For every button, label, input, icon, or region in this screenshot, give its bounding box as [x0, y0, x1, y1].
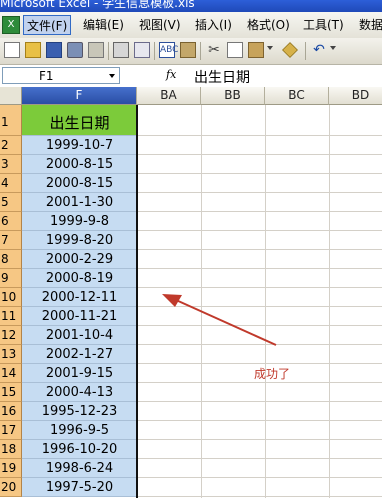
undo-icon[interactable]: ↶ [311, 42, 327, 58]
copy-icon[interactable] [227, 42, 243, 58]
new-document-icon[interactable] [4, 42, 20, 58]
title-bar: Microsoft Excel - 学生信息模板.xls [0, 0, 382, 12]
open-folder-icon[interactable] [25, 42, 41, 58]
spreadsheet-grid[interactable]: F BA BB BC BD 1 出生日期 2 1999-10-7 3 2000-8-15 4… [0, 87, 382, 498]
undo-dropdown-icon[interactable] [330, 46, 336, 50]
print-preview-icon[interactable] [134, 42, 150, 58]
menu-edit[interactable]: 编辑(E) [80, 15, 127, 35]
annotation-text: 成功了 [254, 367, 291, 381]
menu-view[interactable]: 视图(V) [136, 15, 184, 35]
research-icon[interactable] [180, 42, 196, 58]
menu-bar: X 文件(F) 编辑(E) 视图(V) 插入(I) 格式(O) 工具(T) 数据 [0, 12, 382, 39]
annotation-arrow-line [175, 299, 277, 346]
email-icon[interactable] [88, 42, 104, 58]
standard-toolbar: ABC ✂ ↶ [0, 38, 382, 65]
paste-dropdown-icon[interactable] [267, 46, 273, 50]
format-painter-icon[interactable] [282, 42, 298, 58]
toolbar-separator [154, 42, 155, 60]
name-box-value: F1 [39, 69, 54, 83]
toolbar-separator [305, 42, 306, 60]
formula-input[interactable]: 出生日期 [194, 67, 250, 87]
menu-tools[interactable]: 工具(T) [300, 15, 347, 35]
menu-format[interactable]: 格式(O) [244, 15, 293, 35]
chevron-down-icon[interactable] [109, 74, 115, 78]
annotation-arrow [162, 294, 277, 346]
menu-file[interactable]: 文件(F) [23, 15, 72, 35]
excel-app-icon[interactable]: X [2, 16, 20, 34]
paste-icon[interactable] [248, 42, 264, 58]
formula-bar: F1 fx 出生日期 [0, 65, 382, 88]
menu-insert[interactable]: 插入(I) [192, 15, 235, 35]
menu-data[interactable]: 数据 [356, 15, 382, 35]
permission-icon[interactable] [67, 42, 83, 58]
save-icon[interactable] [46, 42, 62, 58]
name-box[interactable]: F1 [2, 67, 120, 84]
cut-icon[interactable]: ✂ [206, 42, 222, 58]
function-icon[interactable]: fx [166, 68, 176, 81]
spelling-icon[interactable]: ABC [159, 42, 178, 58]
toolbar-separator [108, 42, 109, 60]
toolbar-separator [200, 42, 201, 60]
window-title: Microsoft Excel - 学生信息模板.xls [0, 0, 195, 10]
print-icon[interactable] [113, 42, 129, 58]
